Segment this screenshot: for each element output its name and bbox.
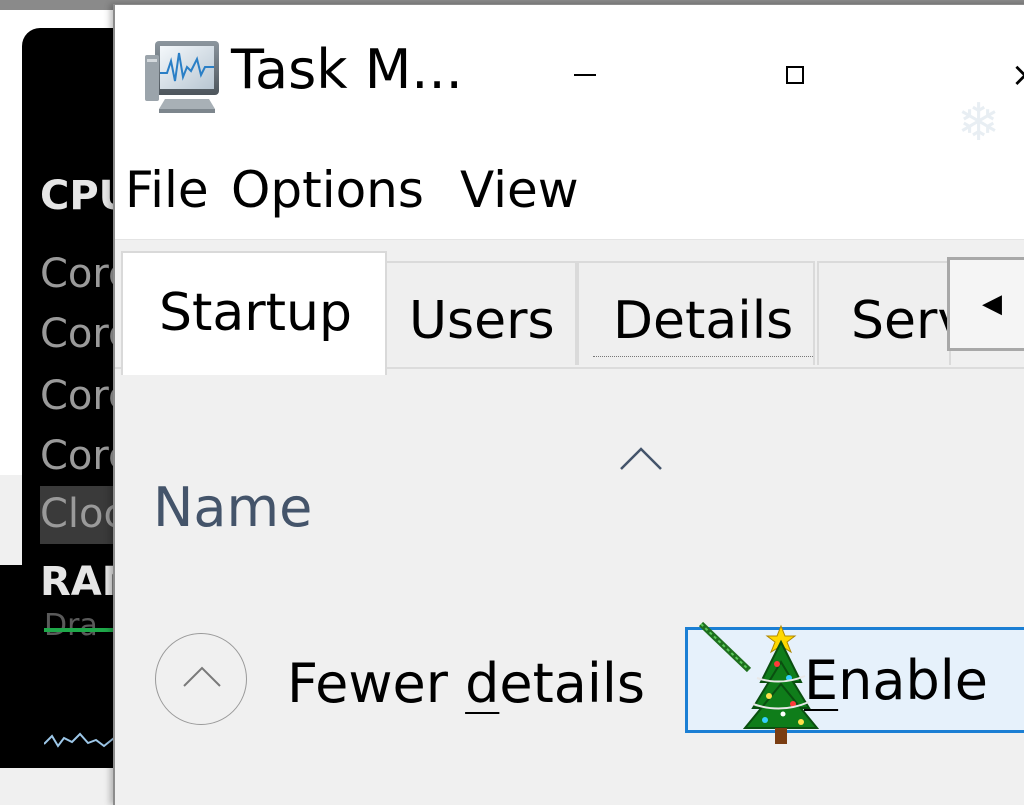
tab-details[interactable]: Details: [577, 261, 815, 365]
column-header-name[interactable]: Name: [153, 481, 312, 535]
focus-outline: [593, 356, 813, 357]
tab-strip: Users Details Serv Startup ◀: [115, 241, 1024, 375]
maximize-icon: [786, 66, 804, 84]
menu-options[interactable]: Options: [231, 165, 424, 215]
fewer-details-toggle[interactable]: [155, 633, 247, 725]
close-icon: ×: [1011, 58, 1024, 92]
tab-scroll-left-button[interactable]: ◀: [947, 257, 1024, 351]
title-bar[interactable]: Task M... × ❄: [115, 5, 1024, 153]
window-title: Task M...: [231, 38, 463, 101]
minimize-button[interactable]: [545, 35, 625, 115]
tab-users[interactable]: Users: [385, 261, 577, 365]
scroll-left-icon: ◀: [982, 289, 1002, 319]
fewer-details-link[interactable]: Fewer details: [287, 657, 645, 711]
fewer-details-prefix: Fewer: [287, 652, 466, 715]
tab-details-label: Details: [613, 291, 794, 351]
enable-suffix: nable: [838, 648, 988, 712]
menu-view[interactable]: View: [460, 165, 579, 215]
tab-startup[interactable]: Startup: [121, 251, 387, 375]
enable-button[interactable]: Enable: [685, 627, 1024, 733]
menu-bar: File Options View: [115, 147, 1024, 240]
minimize-icon: [574, 74, 596, 76]
fewer-details-access-key: d: [465, 652, 500, 715]
tab-services[interactable]: Serv: [817, 261, 951, 365]
enable-access-key: E: [804, 648, 839, 712]
snowflake-icon: ❄: [957, 93, 1001, 153]
fewer-details-suffix: etails: [499, 652, 646, 715]
menu-file[interactable]: File: [125, 165, 209, 215]
chevron-up-icon: [183, 666, 221, 687]
sort-chevron-up-icon[interactable]: [619, 443, 663, 473]
startup-tab-content: [115, 369, 1024, 805]
maximize-button[interactable]: [755, 35, 835, 115]
task-manager-window: Task M... × ❄ File Options View Users De…: [113, 4, 1024, 805]
task-manager-icon: [145, 41, 219, 113]
bg-dim-label: Dra: [44, 608, 98, 643]
